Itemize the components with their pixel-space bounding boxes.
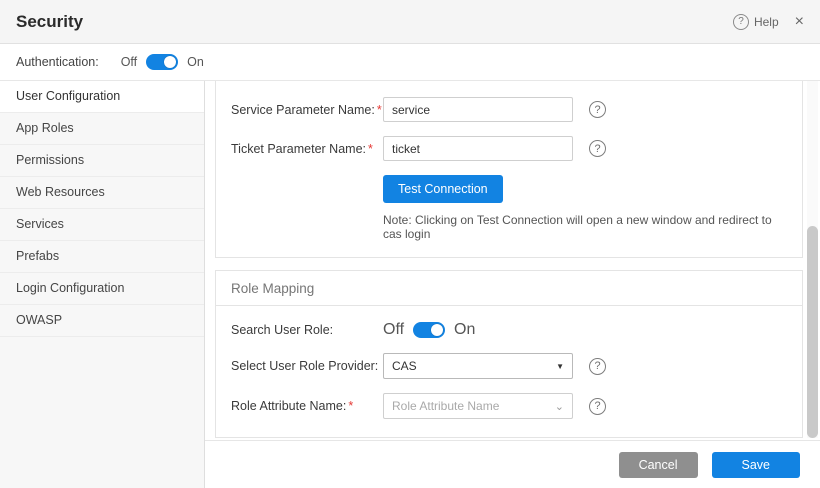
- role-mapping-panel: Role Mapping Search User Role: Off On Se…: [215, 270, 803, 438]
- chevron-down-icon: ⌄: [555, 400, 564, 413]
- close-icon[interactable]: ×: [795, 14, 804, 30]
- page-title: Security: [16, 12, 83, 32]
- dialog-footer: Cancel Save: [205, 440, 820, 488]
- toggle-knob: [164, 56, 176, 68]
- sidebar-item-app-roles[interactable]: App Roles: [0, 113, 204, 145]
- required-asterisk: *: [368, 142, 373, 156]
- save-button[interactable]: Save: [712, 452, 801, 478]
- search-user-role-off-label: Off: [383, 321, 404, 339]
- role-attribute-select[interactable]: Role Attribute Name ⌄: [383, 393, 573, 419]
- user-role-provider-select[interactable]: CAS ▼: [383, 353, 573, 379]
- service-parameter-input[interactable]: [383, 97, 573, 122]
- sidebar: User Configuration App Roles Permissions…: [0, 81, 205, 488]
- search-user-role-toggle[interactable]: [413, 322, 445, 338]
- service-parameter-help-icon[interactable]: ?: [589, 101, 606, 118]
- authentication-bar: Authentication: Off On: [0, 44, 820, 81]
- scroll-area: Service Parameter Name:* ? Ticket Parame…: [205, 81, 804, 440]
- sidebar-item-prefabs[interactable]: Prefabs: [0, 241, 204, 273]
- dialog-header: Security ? Help ×: [0, 0, 820, 44]
- cas-settings-panel: Service Parameter Name:* ? Ticket Parame…: [215, 81, 803, 258]
- vertical-scrollbar[interactable]: [807, 81, 818, 438]
- sidebar-item-user-configuration[interactable]: User Configuration: [0, 81, 204, 113]
- role-attribute-placeholder: Role Attribute Name: [392, 399, 499, 413]
- user-role-provider-help-icon[interactable]: ?: [589, 358, 606, 375]
- role-attribute-help-icon[interactable]: ?: [589, 398, 606, 415]
- test-connection-note: Note: Clicking on Test Connection will o…: [383, 213, 787, 241]
- scrollbar-thumb[interactable]: [807, 226, 818, 438]
- cancel-button[interactable]: Cancel: [619, 452, 698, 478]
- help-label: Help: [754, 15, 779, 29]
- sidebar-item-permissions[interactable]: Permissions: [0, 145, 204, 177]
- authentication-toggle[interactable]: [146, 54, 178, 70]
- required-asterisk: *: [377, 103, 382, 117]
- help-icon: ?: [733, 14, 749, 30]
- toggle-knob: [431, 324, 443, 336]
- test-connection-button[interactable]: Test Connection: [383, 175, 503, 203]
- search-user-role-on-label: On: [454, 321, 475, 339]
- search-user-role-label: Search User Role:: [231, 323, 383, 337]
- authentication-label: Authentication:: [16, 55, 99, 69]
- user-role-provider-value: CAS: [392, 359, 417, 373]
- ticket-parameter-input[interactable]: [383, 136, 573, 161]
- role-mapping-title: Role Mapping: [216, 271, 802, 306]
- auth-on-label: On: [187, 55, 204, 69]
- content-area: Service Parameter Name:* ? Ticket Parame…: [205, 81, 820, 488]
- role-attribute-label: Role Attribute Name:*: [231, 399, 383, 413]
- auth-off-label: Off: [121, 55, 137, 69]
- ticket-parameter-label: Ticket Parameter Name:*: [231, 142, 383, 156]
- ticket-parameter-help-icon[interactable]: ?: [589, 140, 606, 157]
- service-parameter-label: Service Parameter Name:*: [231, 103, 383, 117]
- user-role-provider-label: Select User Role Provider:: [231, 359, 383, 373]
- help-button[interactable]: ? Help: [733, 14, 779, 30]
- sidebar-item-web-resources[interactable]: Web Resources: [0, 177, 204, 209]
- sidebar-item-services[interactable]: Services: [0, 209, 204, 241]
- sidebar-item-owasp[interactable]: OWASP: [0, 305, 204, 337]
- caret-down-icon: ▼: [556, 362, 564, 371]
- sidebar-item-login-configuration[interactable]: Login Configuration: [0, 273, 204, 305]
- required-asterisk: *: [348, 399, 353, 413]
- security-dialog: Security ? Help × Authentication: Off On…: [0, 0, 820, 488]
